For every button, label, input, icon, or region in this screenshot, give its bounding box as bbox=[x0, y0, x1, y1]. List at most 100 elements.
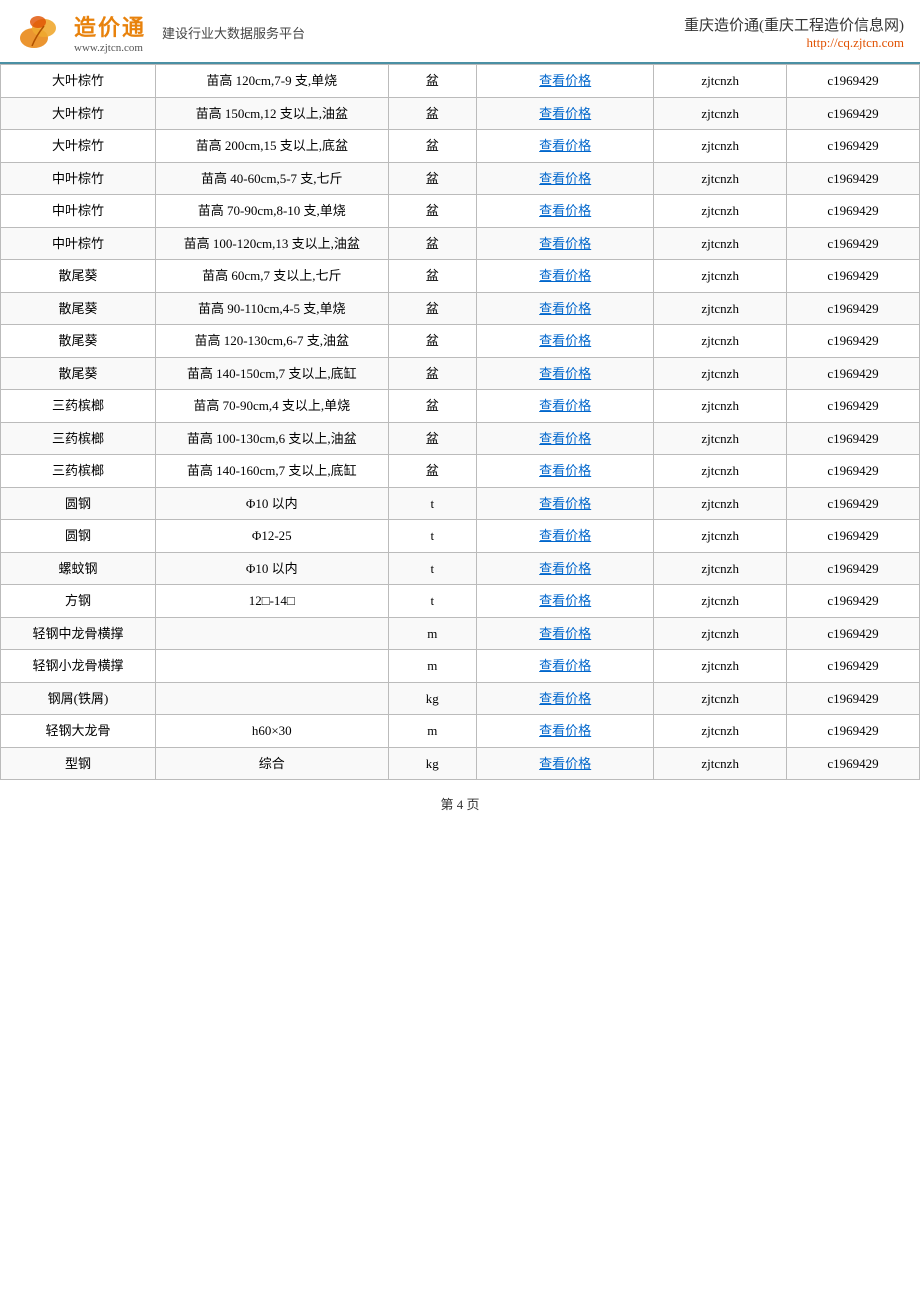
table-row: 中叶棕竹苗高 100-120cm,13 支以上,油盆盆查看价格zjtcnzhc1… bbox=[1, 227, 920, 260]
item-name: 圆钢 bbox=[1, 487, 156, 520]
item-name: 型钢 bbox=[1, 747, 156, 780]
item-name: 大叶棕竹 bbox=[1, 130, 156, 163]
item-spec: Φ10 以内 bbox=[156, 487, 389, 520]
item-price-link[interactable]: 查看价格 bbox=[477, 292, 654, 325]
item-name: 三药槟榔 bbox=[1, 455, 156, 488]
item-user: zjtcnzh bbox=[654, 617, 787, 650]
item-price-link[interactable]: 查看价格 bbox=[477, 195, 654, 228]
site-info: 重庆造价通(重庆工程造价信息网) http://cq.zjtcn.com bbox=[684, 14, 904, 51]
item-spec: 苗高 70-90cm,4 支以上,单烧 bbox=[156, 390, 389, 423]
table-row: 钢屑(铁屑)kg查看价格zjtcnzhc1969429 bbox=[1, 682, 920, 715]
item-unit: 盆 bbox=[388, 455, 477, 488]
item-id: c1969429 bbox=[787, 585, 920, 618]
item-spec: 苗高 40-60cm,5-7 支,七斤 bbox=[156, 162, 389, 195]
table-row: 轻钢小龙骨横撑m查看价格zjtcnzhc1969429 bbox=[1, 650, 920, 683]
item-user: zjtcnzh bbox=[654, 357, 787, 390]
item-price-link[interactable]: 查看价格 bbox=[477, 390, 654, 423]
item-user: zjtcnzh bbox=[654, 97, 787, 130]
item-name: 方钢 bbox=[1, 585, 156, 618]
item-user: zjtcnzh bbox=[654, 195, 787, 228]
item-name: 圆钢 bbox=[1, 520, 156, 553]
item-unit: 盆 bbox=[388, 390, 477, 423]
item-spec: 苗高 140-160cm,7 支以上,底缸 bbox=[156, 455, 389, 488]
item-user: zjtcnzh bbox=[654, 65, 787, 98]
item-name: 中叶棕竹 bbox=[1, 227, 156, 260]
item-price-link[interactable]: 查看价格 bbox=[477, 65, 654, 98]
item-price-link[interactable]: 查看价格 bbox=[477, 97, 654, 130]
item-price-link[interactable]: 查看价格 bbox=[477, 552, 654, 585]
item-price-link[interactable]: 查看价格 bbox=[477, 650, 654, 683]
item-spec bbox=[156, 650, 389, 683]
item-name: 散尾葵 bbox=[1, 357, 156, 390]
page-footer: 第 4 页 bbox=[0, 780, 920, 823]
item-user: zjtcnzh bbox=[654, 650, 787, 683]
item-name: 三药槟榔 bbox=[1, 422, 156, 455]
page-header: 造价通 www.zjtcn.com 建设行业大数据服务平台 重庆造价通(重庆工程… bbox=[0, 0, 920, 64]
item-unit: t bbox=[388, 487, 477, 520]
item-spec: 苗高 150cm,12 支以上,油盆 bbox=[156, 97, 389, 130]
item-id: c1969429 bbox=[787, 162, 920, 195]
table-row: 轻钢中龙骨横撑m查看价格zjtcnzhc1969429 bbox=[1, 617, 920, 650]
item-id: c1969429 bbox=[787, 682, 920, 715]
item-id: c1969429 bbox=[787, 390, 920, 423]
table-row: 散尾葵苗高 120-130cm,6-7 支,油盆盆查看价格zjtcnzhc196… bbox=[1, 325, 920, 358]
item-price-link[interactable]: 查看价格 bbox=[477, 325, 654, 358]
item-id: c1969429 bbox=[787, 227, 920, 260]
table-row: 散尾葵苗高 90-110cm,4-5 支,单烧盆查看价格zjtcnzhc1969… bbox=[1, 292, 920, 325]
table-row: 三药槟榔苗高 100-130cm,6 支以上,油盆盆查看价格zjtcnzhc19… bbox=[1, 422, 920, 455]
item-unit: m bbox=[388, 715, 477, 748]
site-url: http://cq.zjtcn.com bbox=[684, 35, 904, 51]
item-price-link[interactable]: 查看价格 bbox=[477, 585, 654, 618]
table-row: 圆钢Φ10 以内t查看价格zjtcnzhc1969429 bbox=[1, 487, 920, 520]
item-name: 轻钢中龙骨横撑 bbox=[1, 617, 156, 650]
item-price-link[interactable]: 查看价格 bbox=[477, 715, 654, 748]
item-user: zjtcnzh bbox=[654, 520, 787, 553]
table-row: 大叶棕竹苗高 120cm,7-9 支,单烧盆查看价格zjtcnzhc196942… bbox=[1, 65, 920, 98]
item-unit: kg bbox=[388, 747, 477, 780]
item-price-link[interactable]: 查看价格 bbox=[477, 260, 654, 293]
item-price-link[interactable]: 查看价格 bbox=[477, 162, 654, 195]
item-price-link[interactable]: 查看价格 bbox=[477, 422, 654, 455]
item-id: c1969429 bbox=[787, 195, 920, 228]
table-row: 散尾葵苗高 60cm,7 支以上,七斤盆查看价格zjtcnzhc1969429 bbox=[1, 260, 920, 293]
item-price-link[interactable]: 查看价格 bbox=[477, 227, 654, 260]
logo-tagline: 建设行业大数据服务平台 bbox=[162, 23, 305, 42]
item-id: c1969429 bbox=[787, 455, 920, 488]
item-unit: 盆 bbox=[388, 130, 477, 163]
item-user: zjtcnzh bbox=[654, 552, 787, 585]
item-spec: 苗高 70-90cm,8-10 支,单烧 bbox=[156, 195, 389, 228]
item-spec: 12□-14□ bbox=[156, 585, 389, 618]
item-spec: 苗高 120cm,7-9 支,单烧 bbox=[156, 65, 389, 98]
item-user: zjtcnzh bbox=[654, 715, 787, 748]
table-row: 轻钢大龙骨h60×30m查看价格zjtcnzhc1969429 bbox=[1, 715, 920, 748]
site-name: 重庆造价通(重庆工程造价信息网) bbox=[684, 14, 904, 35]
item-name: 中叶棕竹 bbox=[1, 162, 156, 195]
item-spec: 苗高 90-110cm,4-5 支,单烧 bbox=[156, 292, 389, 325]
table-row: 圆钢Φ12-25t查看价格zjtcnzhc1969429 bbox=[1, 520, 920, 553]
item-price-link[interactable]: 查看价格 bbox=[477, 747, 654, 780]
item-user: zjtcnzh bbox=[654, 747, 787, 780]
item-price-link[interactable]: 查看价格 bbox=[477, 487, 654, 520]
table-row: 散尾葵苗高 140-150cm,7 支以上,底缸盆查看价格zjtcnzhc196… bbox=[1, 357, 920, 390]
item-name: 三药槟榔 bbox=[1, 390, 156, 423]
item-price-link[interactable]: 查看价格 bbox=[477, 520, 654, 553]
item-price-link[interactable]: 查看价格 bbox=[477, 455, 654, 488]
item-spec: 综合 bbox=[156, 747, 389, 780]
item-price-link[interactable]: 查看价格 bbox=[477, 130, 654, 163]
price-table: 大叶棕竹苗高 120cm,7-9 支,单烧盆查看价格zjtcnzhc196942… bbox=[0, 64, 920, 780]
item-unit: 盆 bbox=[388, 357, 477, 390]
item-unit: 盆 bbox=[388, 325, 477, 358]
item-price-link[interactable]: 查看价格 bbox=[477, 682, 654, 715]
item-unit: 盆 bbox=[388, 65, 477, 98]
logo-brand: 造价通 bbox=[74, 10, 146, 42]
item-price-link[interactable]: 查看价格 bbox=[477, 357, 654, 390]
item-spec: 苗高 140-150cm,7 支以上,底缸 bbox=[156, 357, 389, 390]
logo-url: www.zjtcn.com bbox=[74, 42, 146, 54]
item-user: zjtcnzh bbox=[654, 390, 787, 423]
page-number: 第 4 页 bbox=[440, 797, 479, 812]
item-id: c1969429 bbox=[787, 650, 920, 683]
item-id: c1969429 bbox=[787, 260, 920, 293]
item-price-link[interactable]: 查看价格 bbox=[477, 617, 654, 650]
item-unit: 盆 bbox=[388, 260, 477, 293]
item-spec: Φ12-25 bbox=[156, 520, 389, 553]
